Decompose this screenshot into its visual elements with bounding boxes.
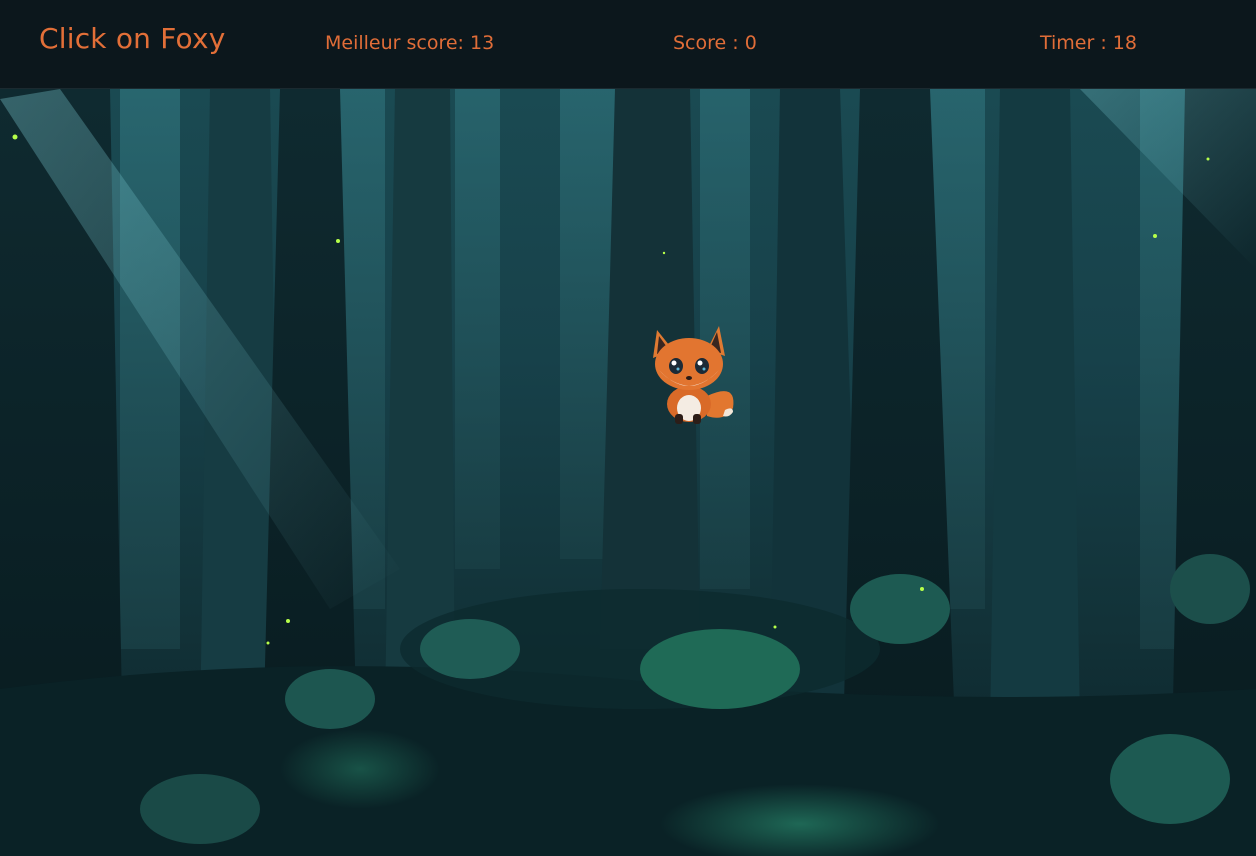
fox-sprite[interactable] bbox=[645, 320, 741, 426]
current-score: Score : 0 bbox=[673, 32, 757, 54]
game-header: Click on Foxy Meilleur score: 13 Score :… bbox=[0, 0, 1256, 89]
fox-icon bbox=[653, 326, 734, 424]
best-score: Meilleur score: 13 bbox=[325, 32, 495, 54]
timer: Timer : 18 bbox=[1040, 32, 1137, 54]
game-title: Click on Foxy bbox=[39, 22, 226, 55]
forest-play-area[interactable] bbox=[0, 89, 1256, 856]
forest-background bbox=[0, 89, 1256, 856]
